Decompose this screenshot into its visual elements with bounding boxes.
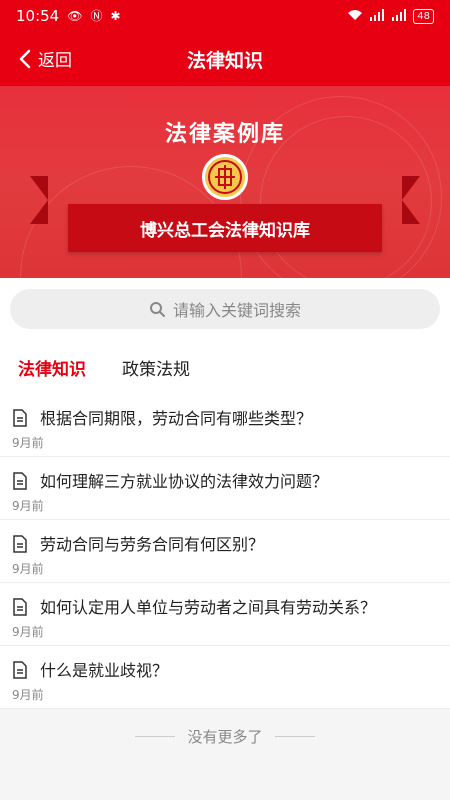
battery-icon: 48: [413, 8, 434, 24]
list-item[interactable]: 什么是就业歧视？ 9月前: [0, 646, 450, 709]
banner-ribbon: 博兴总工会法律知识库: [68, 204, 382, 252]
tab-bar: 法律知识 政策法规: [0, 340, 450, 394]
item-time: 9月前: [12, 562, 44, 576]
union-logo-icon: [202, 154, 248, 200]
divider: [274, 735, 315, 737]
search-input[interactable]: 请输入关键词搜索: [10, 289, 440, 329]
ribbon-tail: [402, 176, 420, 224]
nfc-icon: Ⓝ: [90, 9, 103, 23]
item-time: 9月前: [12, 436, 44, 450]
tab-legal-knowledge[interactable]: 法律知识: [0, 355, 104, 380]
status-time: 10:54: [16, 7, 60, 25]
banner: 法律案例库 博兴总工会法律知识库: [0, 86, 450, 278]
page-title: 法律知识: [186, 50, 263, 72]
document-icon: [13, 409, 27, 427]
item-title: 什么是就业歧视？: [40, 661, 169, 680]
item-time: 9月前: [12, 499, 44, 513]
item-time: 9月前: [12, 688, 44, 702]
signal-icon: [369, 9, 385, 23]
eye-icon: 👁: [67, 9, 83, 23]
search-icon: [149, 302, 165, 317]
bluetooth-icon: ✱: [110, 9, 121, 23]
search-section: 请输入关键词搜索: [0, 278, 450, 340]
nav-bar: 返回 法律知识: [0, 32, 450, 86]
item-title: 如何理解三方就业协议的法律效力问题？: [40, 472, 329, 491]
no-more-indicator: 没有更多了: [0, 718, 450, 754]
item-title: 根据合同期限，劳动合同有哪些类型？: [40, 409, 313, 428]
status-bar: 10:54 👁 Ⓝ ✱ 48: [0, 0, 450, 32]
document-icon: [13, 598, 27, 616]
article-list: 根据合同期限，劳动合同有哪些类型？ 9月前 如何理解三方就业协议的法律效力问题？…: [0, 394, 450, 709]
divider: [135, 735, 176, 737]
wifi-icon: [347, 9, 363, 23]
no-more-label: 没有更多了: [187, 727, 263, 746]
item-title: 劳动合同与劳务合同有何区别？: [40, 535, 265, 554]
document-icon: [13, 535, 27, 553]
item-time: 9月前: [12, 625, 44, 639]
tab-policies[interactable]: 政策法规: [104, 355, 208, 380]
document-icon: [13, 472, 27, 490]
banner-title: 法律案例库: [164, 122, 285, 147]
item-title: 如何认定用人单位与劳动者之间具有劳动关系？: [40, 598, 377, 617]
list-item[interactable]: 如何理解三方就业协议的法律效力问题？ 9月前: [0, 457, 450, 520]
list-item[interactable]: 劳动合同与劳务合同有何区别？ 9月前: [0, 520, 450, 583]
list-item[interactable]: 根据合同期限，劳动合同有哪些类型？ 9月前: [0, 394, 450, 457]
document-icon: [13, 661, 27, 679]
search-placeholder: 请输入关键词搜索: [172, 301, 301, 320]
signal-icon: [391, 9, 407, 23]
ribbon-tail: [30, 176, 48, 224]
list-item[interactable]: 如何认定用人单位与劳动者之间具有劳动关系？ 9月前: [0, 583, 450, 646]
